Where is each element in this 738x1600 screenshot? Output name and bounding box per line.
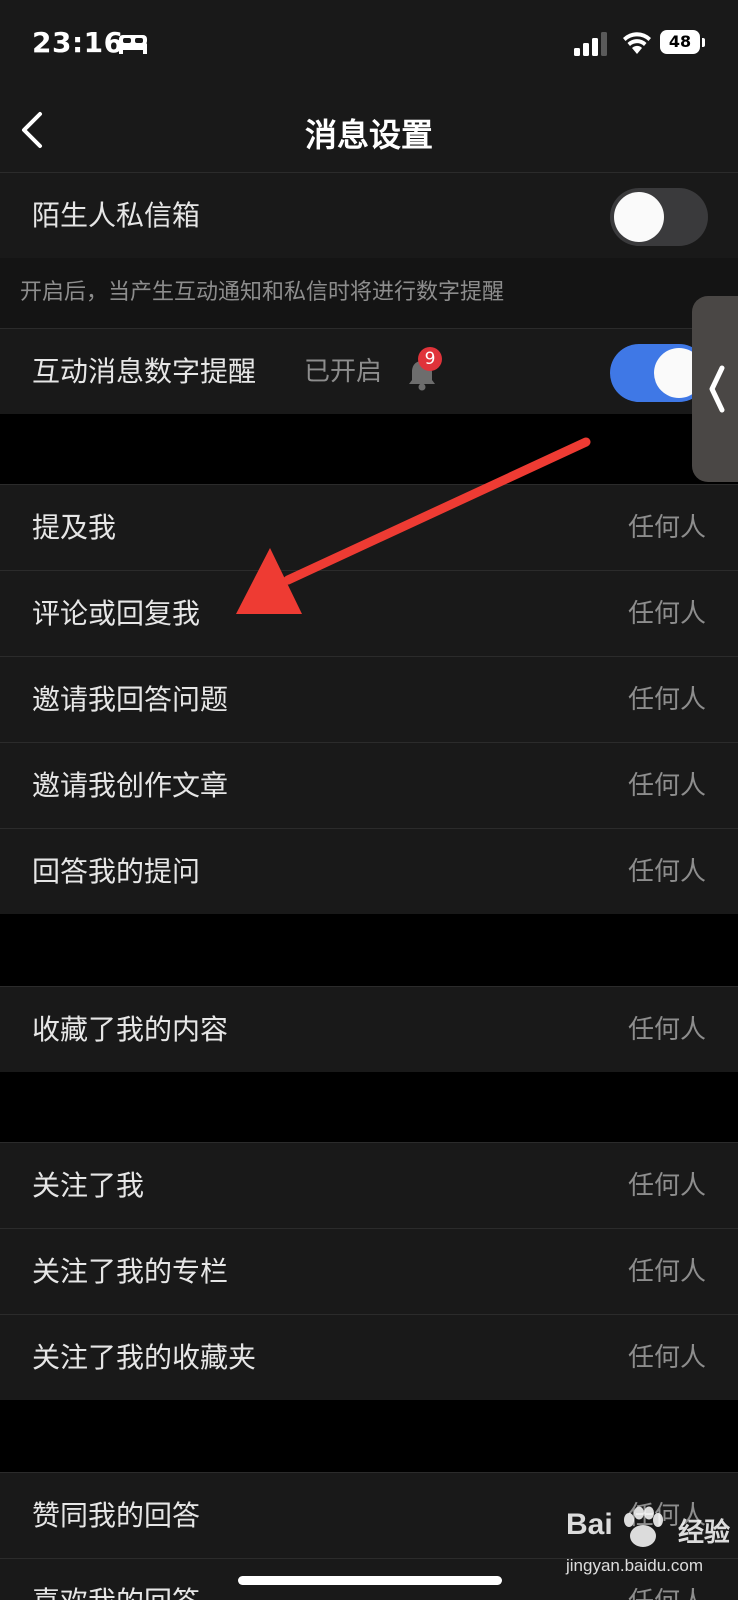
row-value: 任何人 [627,1015,706,1045]
setting-row-stranger-inbox: 陌生人私信箱 [0,172,738,258]
row-value: 任何人 [627,1257,706,1287]
watermark-brand: Bai [566,1508,613,1541]
row-label: 评论或回复我 [32,597,201,630]
row-label: 邀请我回答问题 [32,683,229,716]
chevron-left-icon [709,365,725,413]
battery-level: 48 [660,30,700,54]
list-item-comment-reply[interactable]: 评论或回复我 任何人 [0,570,738,656]
signal-icon [574,32,607,56]
status-bar: 23:16 48 [0,0,738,90]
hint-text: 开启后，当产生互动通知和私信时将进行数字提醒 [20,280,505,305]
row-label: 邀请我创作文章 [32,769,229,802]
setting-row-digit-reminder: 互动消息数字提醒 已开启 9 [0,328,738,414]
row-label: 收藏了我的内容 [32,1013,229,1046]
row-label: 互动消息数字提醒 [32,355,257,388]
row-value: 任何人 [627,513,706,543]
row-label: 关注了我的收藏夹 [32,1341,257,1374]
row-label: 喜欢我的回答 [32,1559,200,1600]
list-item-followed-column[interactable]: 关注了我的专栏 任何人 [0,1228,738,1314]
row-label: 赞同我的回答 [32,1499,201,1532]
row-value: 任何人 [627,771,706,801]
stranger-inbox-toggle[interactable] [610,188,708,246]
row-label: 陌生人私信箱 [32,199,201,232]
baidu-jingyan-watermark: Bai 经验 jingyan.baidu.com [566,1500,736,1596]
row-label: 关注了我的专栏 [32,1255,229,1288]
digit-reminder-status: 已开启 [304,357,383,387]
row-value: 任何人 [627,1343,706,1373]
list-item-collected-content[interactable]: 收藏了我的内容 任何人 [0,986,738,1072]
row-value: 任何人 [627,599,706,629]
list-item-invite-answer[interactable]: 邀请我回答问题 任何人 [0,656,738,742]
row-value: 任何人 [627,685,706,715]
page-title: 消息设置 [304,116,433,154]
list-item-mention-me[interactable]: 提及我 任何人 [0,484,738,570]
notification-badge: 9 [418,347,442,371]
toggle-knob [614,192,664,242]
edge-handle[interactable] [692,296,738,482]
row-value: 任何人 [627,857,706,887]
row-label: 提及我 [32,511,117,544]
wifi-icon [623,32,651,54]
nav-bar: 消息设置 [0,90,738,172]
hint-band: 开启后，当产生互动通知和私信时将进行数字提醒 [0,258,738,328]
battery-icon: 48 [660,30,706,56]
list-item-followed-me[interactable]: 关注了我 任何人 [0,1142,738,1228]
row-value: 任何人 [627,1171,706,1201]
watermark-url: jingyan.baidu.com [566,1556,704,1575]
status-time: 23:16 [32,26,124,59]
paw-icon [624,1506,663,1547]
row-label: 关注了我 [32,1169,145,1202]
bed-icon [119,35,147,54]
list-item-followed-collection[interactable]: 关注了我的收藏夹 任何人 [0,1314,738,1400]
row-label: 回答我的提问 [32,855,201,888]
list-item-invite-article[interactable]: 邀请我创作文章 任何人 [0,742,738,828]
home-indicator [238,1576,502,1585]
list-item-answer-my-question[interactable]: 回答我的提问 任何人 [0,828,738,914]
watermark-cn: 经验 [678,1518,731,1548]
